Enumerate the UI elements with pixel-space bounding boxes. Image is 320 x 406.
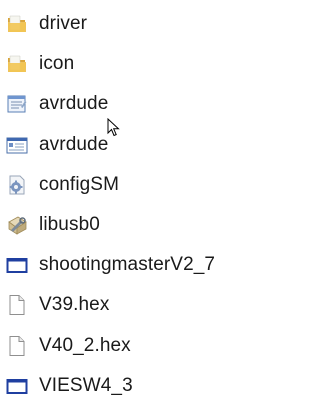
gear-file-icon <box>6 174 28 196</box>
file-name: avrdude <box>39 93 109 115</box>
folder-icon <box>6 53 28 75</box>
blank-file-icon <box>6 294 28 316</box>
file-item-viesw4-3[interactable]: VIESW4_3 <box>6 366 253 406</box>
file-name: icon <box>39 53 75 75</box>
file-item-shootingmaster[interactable]: shootingmasterV2_7 <box>6 245 253 285</box>
file-name: shootingmasterV2_7 <box>39 254 216 276</box>
dll-wrench-icon <box>6 214 28 236</box>
file-name: configSM <box>39 173 120 195</box>
file-item-v40-2-hex[interactable]: V40_2.hex <box>6 326 253 366</box>
config-settings-icon <box>6 93 28 115</box>
file-name: driver <box>39 13 88 34</box>
file-item-icon-folder[interactable]: icon <box>6 44 253 84</box>
file-name: libusb0 <box>39 213 100 235</box>
file-item-avrdude-config[interactable]: avrdude <box>6 84 253 124</box>
file-name: V39.hex <box>39 294 110 316</box>
file-item-driver-folder[interactable]: driver <box>6 4 253 44</box>
file-item-v39-hex[interactable]: V39.hex <box>6 285 253 325</box>
file-item-avrdude-application[interactable]: avrdude <box>6 125 253 165</box>
file-item-libusb0[interactable]: libusb0 <box>6 205 253 245</box>
file-item-configsm[interactable]: configSM <box>6 165 253 205</box>
file-name: avrdude <box>39 133 109 155</box>
file-name: VIESW4_3 <box>39 374 133 396</box>
program-window-icon <box>6 254 28 276</box>
file-name: V40_2.hex <box>39 334 131 356</box>
folder-icon <box>6 13 28 35</box>
blank-file-icon <box>6 335 28 357</box>
program-window-icon <box>6 375 28 397</box>
application-window-icon <box>6 134 28 156</box>
file-list: driver icon avrdude avrdude configSM lib… <box>6 4 253 406</box>
